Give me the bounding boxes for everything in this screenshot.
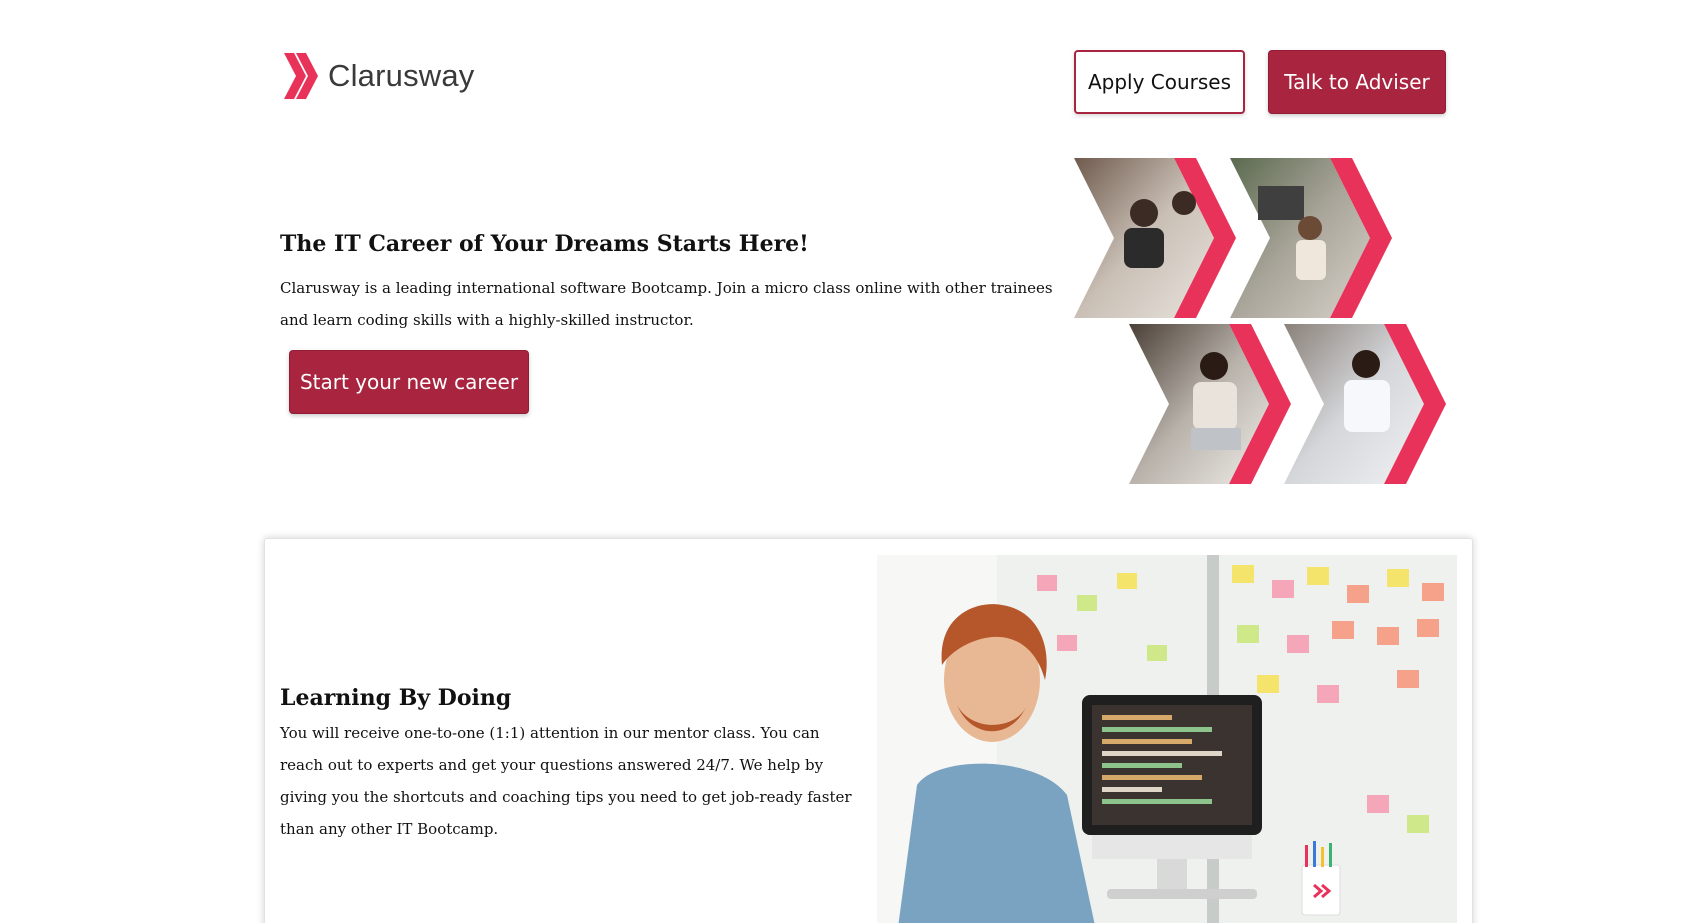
learning-description: You will receive one-to-one (1:1) attent… xyxy=(280,724,852,838)
talk-to-adviser-button[interactable]: Talk to Adviser xyxy=(1268,50,1446,114)
learning-photo xyxy=(877,555,1457,923)
learning-title: Learning By Doing xyxy=(280,685,512,711)
start-career-button[interactable]: Start your new career xyxy=(289,350,529,414)
learning-card: Learning By Doing You will receive one-t… xyxy=(264,538,1473,923)
photo-tile-2 xyxy=(1230,158,1392,318)
photo-tile-1 xyxy=(1074,158,1236,318)
photo-tile-4 xyxy=(1284,324,1446,484)
logo-chevron-icon xyxy=(284,53,318,99)
logo[interactable]: Clarusway xyxy=(282,53,475,99)
logo-text: Clarusway xyxy=(328,58,475,93)
site-header: Clarusway Apply Courses Talk to Adviser xyxy=(282,50,1446,116)
hero-image-collage xyxy=(1074,158,1446,484)
hero-description: Clarusway is a leading international sof… xyxy=(280,279,1053,329)
hero-title: The IT Career of Your Dreams Starts Here… xyxy=(280,231,809,257)
apply-courses-button[interactable]: Apply Courses xyxy=(1074,50,1245,114)
photo-tile-3 xyxy=(1129,324,1291,484)
